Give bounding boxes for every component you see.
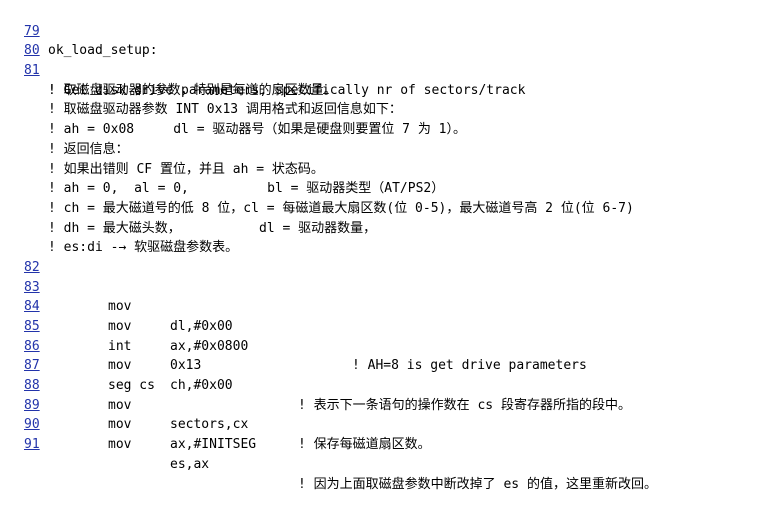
code-operands: es,ax: [170, 456, 210, 472]
code-line: ! ch = 最大磁道号的低 8 位，cl = 每磁道最大扇区数(位 0-5)，…: [0, 179, 763, 216]
code-line: 85 int 0x13: [0, 297, 763, 373]
code-line: 91: [0, 415, 763, 452]
code-line: ! dh = 最大磁头数， dl = 驱动器数量，: [0, 199, 763, 236]
code-line: 90 mov es,ax ! 因为上面取磁盘参数中断改掉了 es 的值，这里重新…: [0, 396, 763, 491]
code-line: ! 取磁盘驱动器参数 INT 0x13 调用格式和返回信息如下：: [0, 81, 763, 117]
code-line: 86 mov ch,#0x00: [0, 317, 763, 393]
code-line: 82: [0, 238, 763, 275]
code-line: ! ah = 0, al = 0, bl = 驱动器类型（AT/PS2）: [0, 160, 763, 196]
code-line: 81 ! Get disk drive parameters, specific…: [0, 41, 763, 98]
source-code-listing: 79 ok_load_setup: 80 81 ! Get disk drive…: [0, 2, 763, 492]
code-line: ! ah = 0x08 dl = 驱动器号（如果是硬盘则要置位 7 为 1）。: [0, 100, 763, 137]
line-number-link[interactable]: 91: [24, 435, 44, 455]
code-line: 87 seg cs ! 表示下一条语句的操作数在 cs 段寄存器所指的段中。: [0, 337, 763, 412]
code-line: ! 取磁盘驱动器的参数，特别是每道的扇区数量。: [0, 61, 763, 98]
code-remark: ! 保存每磁道扇区数。: [298, 437, 431, 453]
code-line: ! es:di -→ 软驱磁盘参数表。: [0, 219, 763, 255]
code-line: ! 如果出错则 CF 置位，并且 ah = 状态码。: [0, 140, 763, 177]
code-line: 84 mov ax,#0x0800 ! AH=8 is get drive pa…: [0, 278, 763, 373]
code-operands: ax,#INITSEG: [170, 437, 257, 453]
code-line: ! 返回信息：: [0, 120, 763, 157]
code-line: 80: [0, 22, 763, 58]
code-line: 89 mov ax,#INITSEG: [0, 376, 763, 452]
code-remark: ! 因为上面取磁盘参数中断改掉了 es 的值，这里重新改回。: [298, 476, 657, 492]
code-line: 79 ok_load_setup:: [0, 2, 763, 59]
code-mnemonic: mov: [108, 437, 132, 453]
code-line: 83 mov dl,#0x00: [0, 258, 763, 334]
code-line: 88 mov sectors,cx ! 保存每磁道扇区数。: [0, 356, 763, 452]
